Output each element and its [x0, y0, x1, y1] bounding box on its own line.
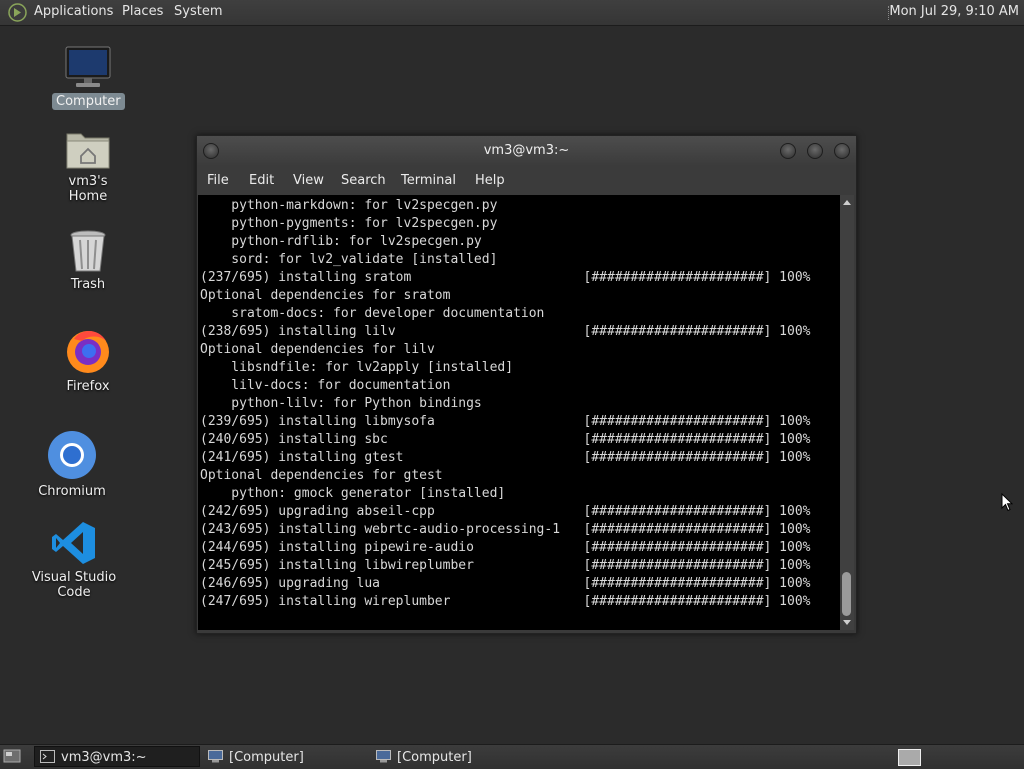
clock[interactable]: Mon Jul 29, 9:10 AM	[889, 4, 1019, 19]
desktop-icon-computer[interactable]: Computer	[52, 46, 125, 110]
computer-icon	[208, 750, 223, 763]
home-folder-icon	[66, 133, 110, 169]
scrollbar-thumb[interactable]	[842, 572, 851, 616]
terminal-output[interactable]: python-markdown: for lv2specgen.py pytho…	[198, 195, 840, 630]
window-menu-icon[interactable]	[203, 143, 219, 159]
desktop-icon-label: Chromium	[38, 484, 106, 499]
scrollbar[interactable]	[840, 195, 854, 630]
vscode-icon	[52, 522, 95, 564]
top-panel: Applications Places System Mon Jul 29, 9…	[0, 0, 1024, 26]
minimize-button[interactable]	[780, 143, 796, 159]
places-menu[interactable]: Places	[122, 4, 163, 19]
desktop-icon-home[interactable]: vm3's Home	[44, 128, 132, 205]
terminal-window[interactable]: vm3@vm3:~ File Edit View Search Terminal…	[196, 135, 857, 634]
window-titlebar[interactable]: vm3@vm3:~	[197, 136, 856, 166]
menu-view[interactable]: View	[293, 173, 324, 188]
desktop-icon-trash[interactable]: Trash	[52, 229, 124, 293]
menu-search[interactable]: Search	[341, 173, 386, 188]
workspace-switcher[interactable]	[898, 749, 921, 766]
desktop-icon-label: Firefox	[66, 379, 110, 394]
computer-icon	[376, 750, 391, 763]
show-desktop-icon[interactable]	[3, 748, 21, 764]
terminal-icon	[40, 750, 55, 763]
taskbar-item-label: [Computer]	[229, 750, 304, 765]
chromium-icon	[48, 431, 96, 479]
applications-menu[interactable]: Applications	[34, 4, 113, 19]
taskbar-item-terminal[interactable]: vm3@vm3:~	[34, 746, 200, 767]
menu-terminal[interactable]: Terminal	[401, 173, 456, 188]
desktop-icon-label: Trash	[70, 277, 106, 292]
menu-help[interactable]: Help	[475, 173, 505, 188]
mate-logo-icon[interactable]	[8, 3, 27, 22]
terminal-text: python-markdown: for lv2specgen.py pytho…	[200, 198, 811, 609]
desktop-icon-label: Computer	[52, 93, 125, 110]
firefox-icon	[67, 331, 109, 373]
mouse-pointer-icon	[1001, 493, 1013, 512]
desktop-icon-label: Visual Studio Code	[31, 570, 117, 600]
scroll-up-icon[interactable]	[843, 200, 851, 205]
desktop-icon-firefox[interactable]: Firefox	[52, 327, 124, 395]
desktop-icon-label: vm3's Home	[68, 174, 108, 204]
system-menu[interactable]: System	[174, 4, 222, 19]
taskbar-item-computer-2[interactable]: [Computer]	[370, 746, 536, 767]
taskbar-item-label: [Computer]	[397, 750, 472, 765]
computer-icon	[65, 46, 111, 87]
terminal-menubar: File Edit View Search Terminal Help	[197, 166, 856, 195]
bottom-panel: vm3@vm3:~ [Computer] [Computer]	[0, 744, 1024, 769]
maximize-button[interactable]	[807, 143, 823, 159]
menu-edit[interactable]: Edit	[249, 173, 274, 188]
close-button[interactable]	[834, 143, 850, 159]
menu-file[interactable]: File	[207, 173, 229, 188]
trash-icon	[70, 230, 106, 272]
taskbar-item-computer-1[interactable]: [Computer]	[202, 746, 368, 767]
window-title: vm3@vm3:~	[483, 143, 570, 158]
taskbar-item-label: vm3@vm3:~	[61, 750, 147, 765]
desktop-icon-vscode[interactable]: Visual Studio Code	[14, 520, 134, 601]
desktop-icon-chromium[interactable]: Chromium	[34, 430, 110, 500]
scroll-down-icon[interactable]	[843, 620, 851, 625]
